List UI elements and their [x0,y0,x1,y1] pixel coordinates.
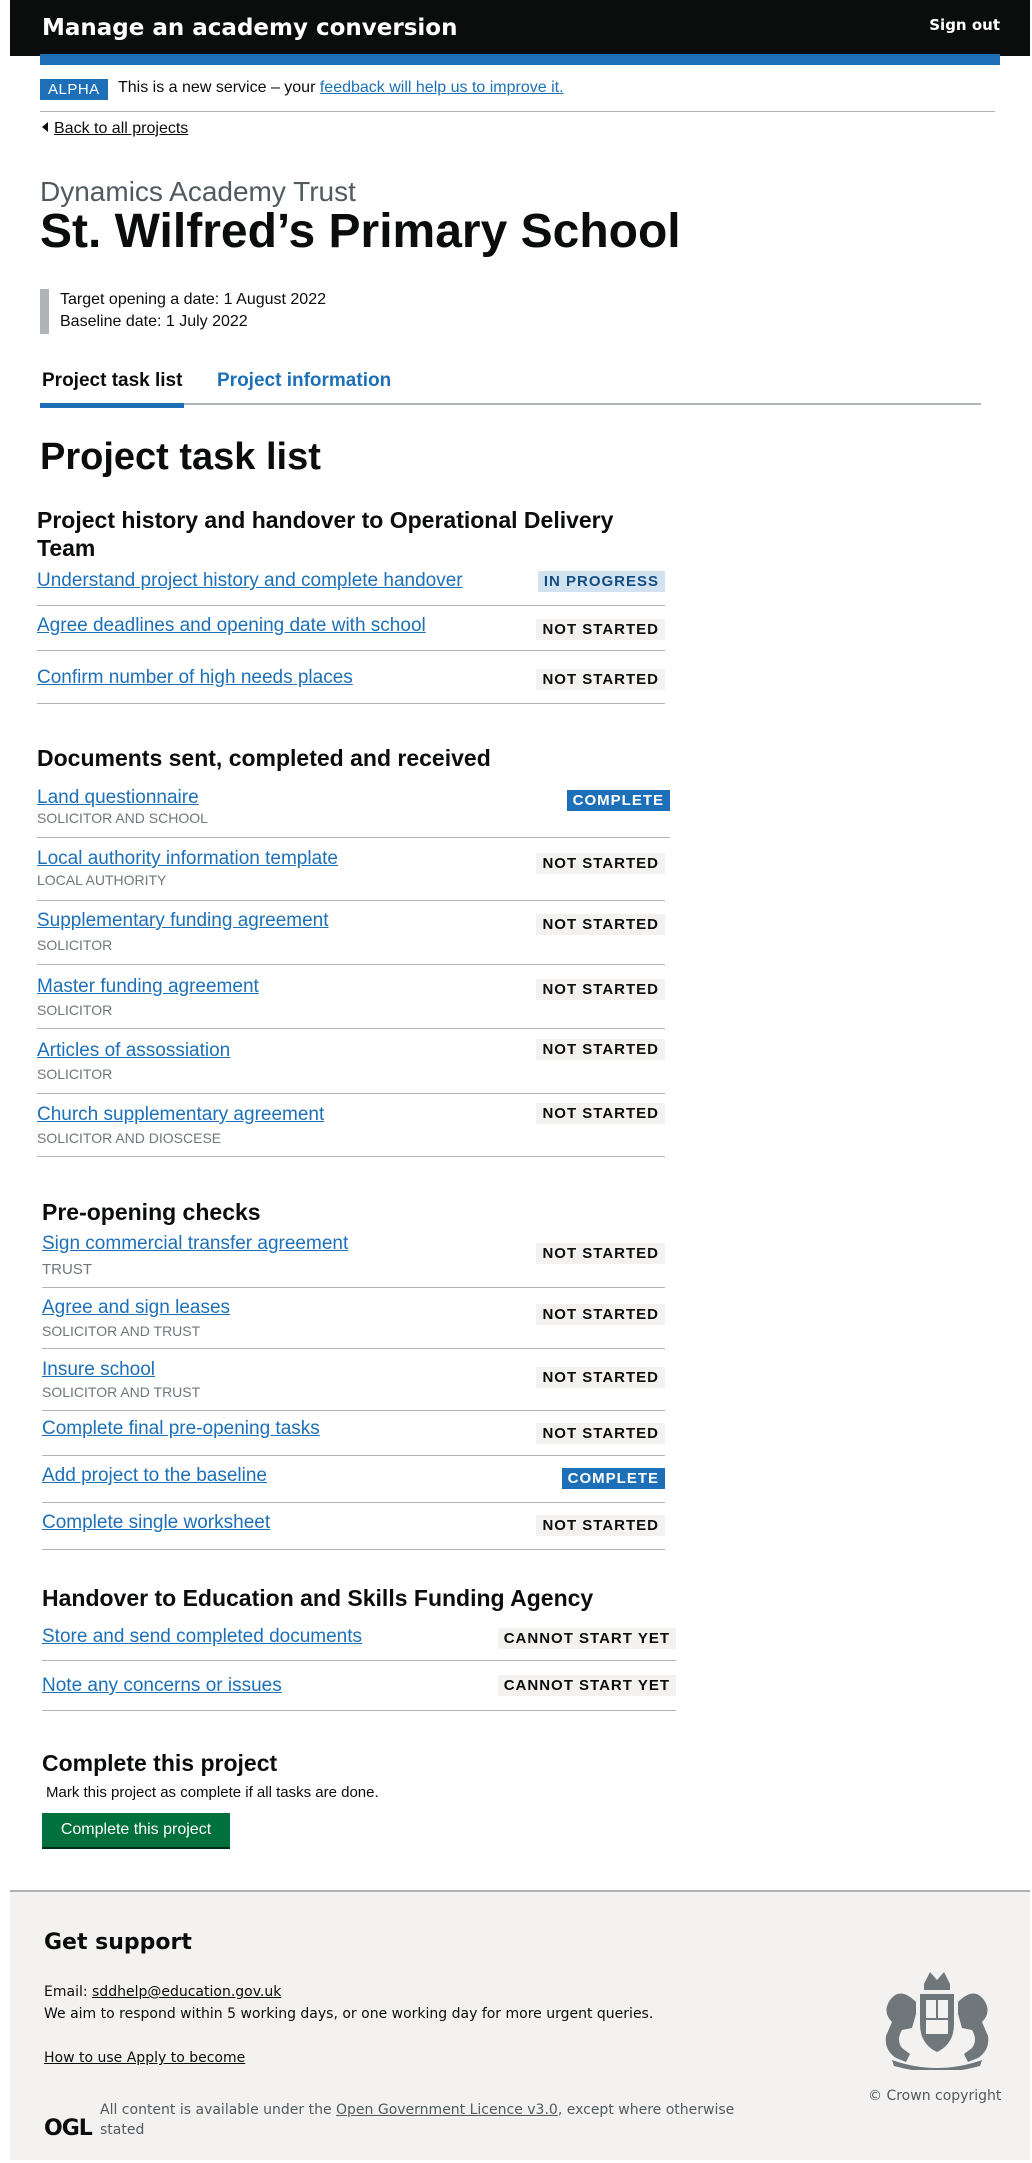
task-link[interactable]: Articles of assossiation [37,1040,230,1062]
task-link[interactable]: Agree deadlines and opening date with sc… [37,615,426,637]
task-link[interactable]: Land questionnaire [37,787,199,809]
task-row: Church supplementary agreement SOLICITOR… [37,1094,665,1157]
task-owner: SOLICITOR [37,1066,113,1082]
page-title: Project task list [40,436,321,478]
royal-crest-icon [885,1972,989,2070]
status-tag: NOT STARTED [536,1304,665,1325]
task-link[interactable]: Add project to the baseline [42,1465,267,1487]
task-owner: TRUST [42,1261,92,1278]
task-link[interactable]: Complete final pre-opening tasks [42,1418,320,1440]
status-tag: NOT STARTED [536,1515,665,1536]
task-row: Complete final pre-opening tasks NOT STA… [42,1411,665,1456]
complete-project-text: Mark this project as complete if all tas… [46,1784,379,1801]
status-tag: CANNOT START YET [497,1628,676,1649]
task-link[interactable]: Note any concerns or issues [42,1675,282,1697]
tab-project-information[interactable]: Project information [217,370,391,392]
task-owner: SOLICITOR AND TRUST [42,1384,201,1400]
status-tag: NOT STARTED [536,1367,665,1388]
task-link[interactable]: Sign commercial transfer agreement [42,1233,348,1255]
task-row: Complete single worksheet NOT STARTED [42,1503,665,1550]
status-tag: NOT STARTED [536,914,665,935]
complete-project-title: Complete this project [42,1750,278,1776]
status-tag: NOT STARTED [536,1039,665,1060]
task-link[interactable]: Master funding agreement [37,976,259,998]
task-link[interactable]: Understand project history and complete … [37,570,463,592]
task-row: Supplementary funding agreement SOLICITO… [37,901,665,965]
task-link[interactable]: Supplementary funding agreement [37,910,329,932]
back-arrow-icon [42,122,48,132]
task-row: Agree deadlines and opening date with sc… [37,606,665,651]
task-row: Understand project history and complete … [37,565,665,606]
phase-banner: ALPHA This is a new service – your feedb… [40,76,995,112]
licence-link[interactable]: Open Government Licence v3.0 [336,2102,558,2118]
header-blue-bar [40,54,1000,65]
task-link[interactable]: Church supplementary agreement [37,1104,324,1126]
section-title: Documents sent, completed and received [37,745,491,771]
target-date: Target opening a date: 1 August 2022 [60,291,326,308]
task-link[interactable]: Insure school [42,1359,155,1381]
tab-project-task-list[interactable]: Project task list [39,370,185,408]
task-link[interactable]: Store and send completed documents [42,1626,362,1648]
task-link[interactable]: Confirm number of high needs places [37,667,353,689]
complete-project-button[interactable]: Complete this project [42,1813,230,1847]
back-link[interactable]: Back to all projects [42,120,188,138]
task-row: Local authority information template LOC… [37,838,665,901]
dates-inset: Target opening a date: 1 August 2022 Bas… [40,289,326,334]
status-tag: NOT STARTED [536,979,665,1000]
task-row: Sign commercial transfer agreement TRUST… [42,1230,665,1288]
baseline-date: Baseline date: 1 July 2022 [60,313,248,330]
task-owner: SOLICITOR AND DIOSCESE [37,1130,222,1146]
task-owner: SOLICITOR AND TRUST [42,1323,201,1339]
task-row: Add project to the baseline COMPLETE [42,1456,665,1503]
support-email-link[interactable]: sddhelp@education.gov.uk [92,1984,281,2000]
status-tag: NOT STARTED [536,853,665,874]
task-row: Master funding agreement SOLICITOR NOT S… [37,965,665,1029]
task-row: Confirm number of high needs places NOT … [37,651,665,704]
task-link[interactable]: Agree and sign leases [42,1297,230,1319]
footer-response-time: We aim to respond within 5 working days,… [44,2006,654,2022]
licence-text: All content is available under the Open … [100,2102,735,2138]
task-row: Note any concerns or issues CANNOT START… [42,1661,676,1711]
status-tag: IN PROGRESS [537,571,665,592]
site-footer: Get support Email: sddhelp@education.gov… [10,1890,1030,2160]
status-tag: COMPLETE [561,1468,665,1489]
sign-out-link[interactable]: Sign out [929,16,1000,34]
how-to-use-link[interactable]: How to use Apply to become [44,2050,245,2066]
task-owner: LOCAL AUTHORITY [37,872,167,888]
task-row: Articles of assossiation SOLICITOR NOT S… [37,1029,665,1094]
site-header: Manage an academy conversion Sign out [10,0,1030,56]
status-tag: COMPLETE [566,790,670,811]
task-row: Land questionnaire SOLICITOR AND SCHOOL … [37,783,670,838]
status-tag: NOT STARTED [536,1423,665,1444]
footer-title: Get support [44,1930,192,1955]
section-title: Pre-opening checks [42,1199,261,1225]
alpha-tag: ALPHA [40,79,108,100]
footer-email: Email: sddhelp@education.gov.uk [44,1984,282,2000]
feedback-link[interactable]: feedback will help us to improve it. [320,79,564,96]
status-tag: CANNOT START YET [497,1675,676,1696]
section-title: Handover to Education and Skills Funding… [42,1585,594,1611]
status-tag: NOT STARTED [536,619,665,640]
task-row: Agree and sign leases SOLICITOR AND TRUS… [42,1288,665,1349]
status-tag: NOT STARTED [536,1103,665,1124]
ogl-logo: OGL [44,2116,93,2141]
phase-text: This is a new service – your feedback wi… [118,79,564,96]
service-name[interactable]: Manage an academy conversion [42,15,457,41]
task-link[interactable]: Complete single worksheet [42,1512,270,1534]
task-link[interactable]: Local authority information template [37,848,338,870]
task-owner: SOLICITOR AND SCHOOL [37,810,208,826]
status-tag: NOT STARTED [536,669,665,690]
task-owner: SOLICITOR [37,1002,113,1018]
task-owner: SOLICITOR [37,937,113,953]
tabs: Project task list Project information [39,362,981,408]
task-row: Store and send completed documents CANNO… [42,1618,676,1661]
section-title: Project history and handover to Operatio… [37,507,614,561]
school-name: St. Wilfred’s Primary School [40,205,681,258]
status-tag: NOT STARTED [536,1243,665,1264]
crown-copyright: © Crown copyright [868,2088,1002,2104]
task-row: Insure school SOLICITOR AND TRUST NOT ST… [42,1349,665,1411]
